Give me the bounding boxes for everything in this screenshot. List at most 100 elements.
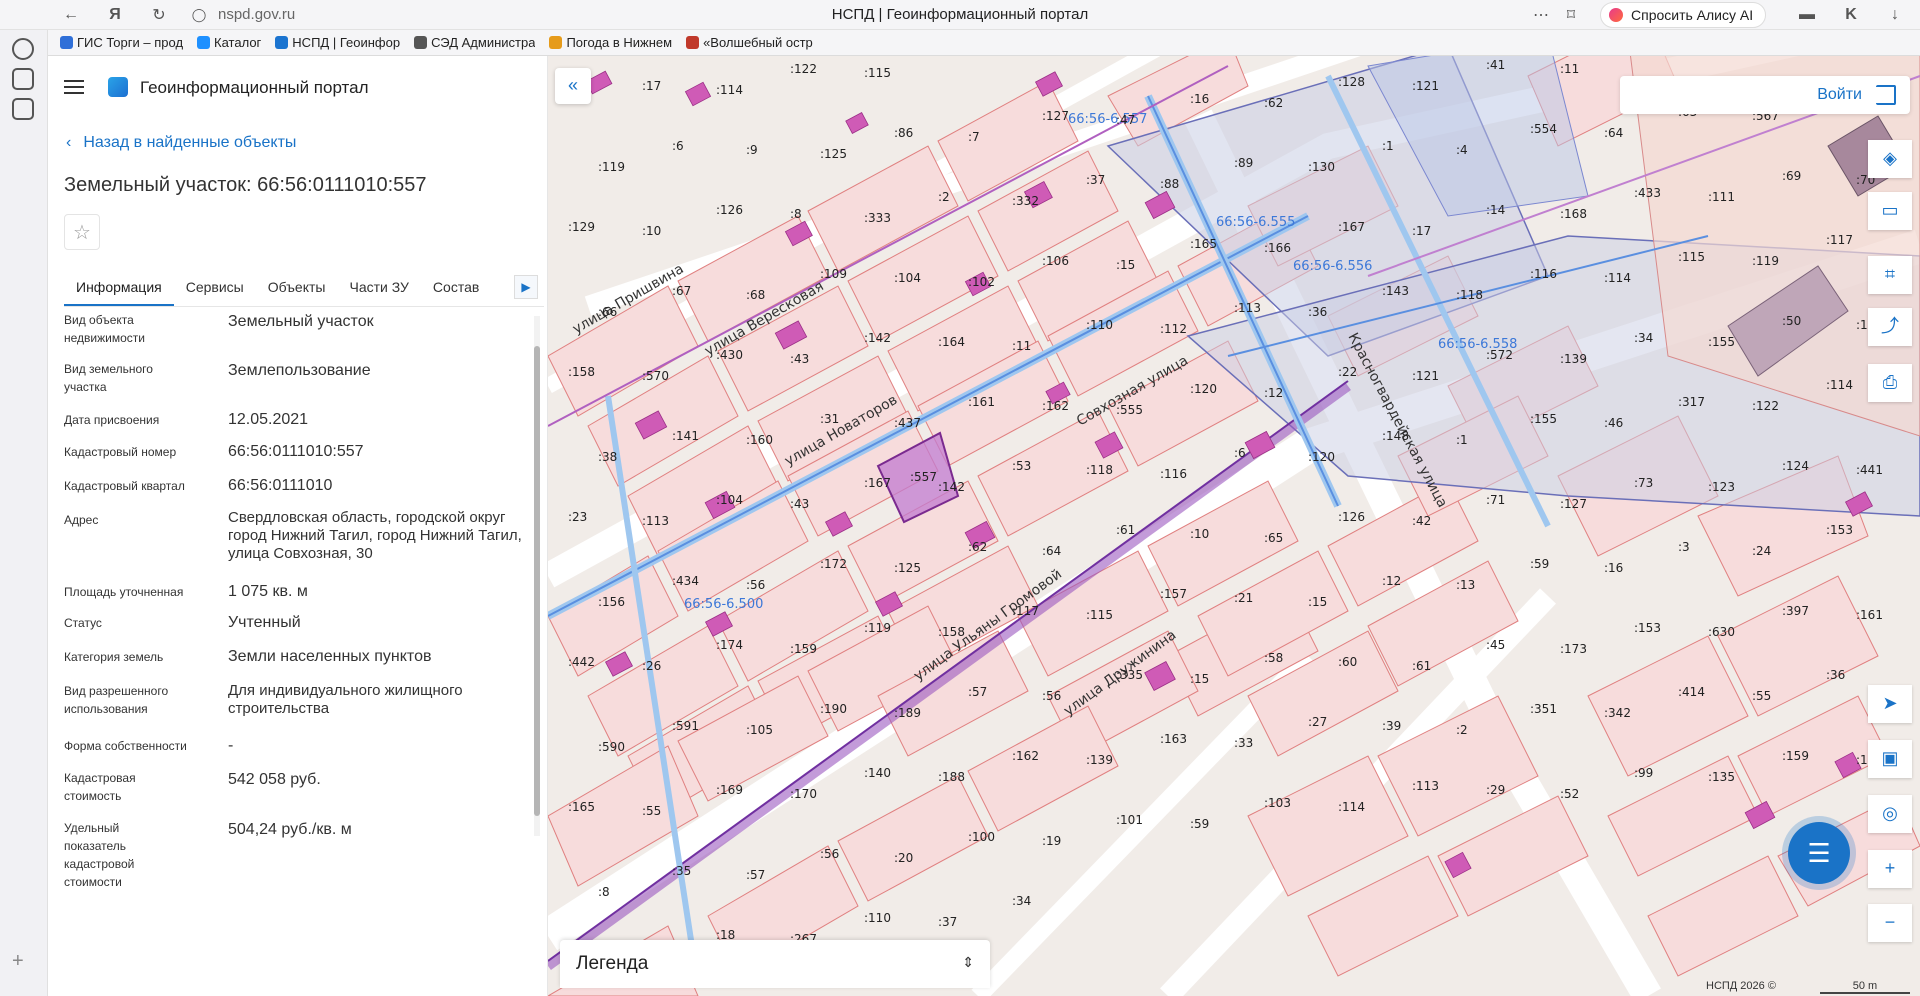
parcel-number: :115: [1678, 250, 1705, 264]
parcel-number: :335: [1116, 668, 1143, 682]
parcel-number: :100: [968, 830, 995, 844]
tab-composition[interactable]: Состав: [421, 269, 491, 306]
parcel-number: :109: [820, 267, 847, 281]
parcel-number: :53: [1012, 459, 1031, 473]
screenshot-icon[interactable]: [12, 98, 34, 120]
parcel-number: :26: [642, 659, 661, 673]
legend-panel[interactable]: Легенда ⇕: [560, 940, 990, 988]
scrollbar-thumb[interactable]: [534, 346, 540, 816]
minimap-icon[interactable]: ▣: [1868, 740, 1912, 778]
parcel-number: :59: [1530, 557, 1549, 571]
property-value: Учтенный: [228, 614, 301, 631]
parcel-number: :161: [1856, 608, 1883, 622]
login-arrow-icon[interactable]: [1876, 85, 1896, 105]
parcel-number: :111: [1708, 190, 1735, 204]
property-label: Вид разрешенного использования: [64, 684, 169, 716]
parcel-number: :60: [1338, 655, 1357, 669]
tabs-scroll-right-icon[interactable]: ▶: [514, 275, 538, 299]
back-arrow-icon[interactable]: ←: [60, 4, 82, 26]
tab-land-parts[interactable]: Части ЗУ: [337, 269, 420, 306]
chat-icon[interactable]: ☰: [1788, 822, 1850, 884]
back-to-results-link[interactable]: ‹ Назад в найденные объекты: [66, 134, 296, 152]
parcel-number: :155: [1708, 335, 1735, 349]
add-icon[interactable]: +: [12, 950, 34, 972]
layers-icon[interactable]: ◈: [1868, 140, 1912, 178]
parcel-number: :158: [568, 365, 595, 379]
bookmark-item[interactable]: ГИС Торги – прод: [60, 35, 183, 50]
zoom-in-icon[interactable]: +: [1868, 850, 1912, 888]
bookmark-icon[interactable]: ⌑: [1560, 4, 1582, 26]
counter-icon[interactable]: [12, 68, 34, 90]
parcel-number: :160: [746, 433, 773, 447]
ruler-icon[interactable]: ▭: [1868, 192, 1912, 230]
parcel-number: :38: [598, 450, 617, 464]
map-canvas[interactable]: :557 улица Пришвина улица Вересковая ули…: [548, 56, 1920, 996]
geolocation-icon[interactable]: ◎: [1868, 795, 1912, 833]
parcel-number: :433: [1634, 186, 1661, 200]
login-button[interactable]: Войти: [1817, 86, 1862, 104]
bookmark-item[interactable]: «Волшебный остр: [686, 35, 813, 50]
bookmark-item[interactable]: Каталог: [197, 35, 261, 50]
window-icon[interactable]: ▬: [1796, 4, 1818, 26]
print-icon[interactable]: ⎙: [1868, 364, 1912, 402]
parcel-number: :139: [1086, 753, 1113, 767]
parcel-number: :572: [1486, 348, 1513, 362]
property-label: Категория земель: [64, 650, 164, 664]
parcel-number: :11: [1560, 62, 1579, 76]
zone-label: 66:56-6.556: [1293, 259, 1372, 274]
tab-objects[interactable]: Объекты: [256, 269, 338, 306]
properties-list: Вид объекта недвижимости Земельный участ…: [48, 309, 538, 996]
cadastral-map[interactable]: :557 улица Пришвина улица Вересковая ули…: [548, 56, 1920, 996]
property-value: Земельный участок: [228, 313, 374, 330]
share-icon[interactable]: ⤴: [1868, 308, 1912, 346]
reload-icon[interactable]: ↻: [148, 4, 170, 26]
tab-info[interactable]: Информация: [64, 269, 174, 306]
parcel-number: :130: [1308, 160, 1335, 174]
play-icon[interactable]: [12, 38, 34, 60]
extension-icon[interactable]: K: [1840, 4, 1862, 26]
bookmark-favicon-icon: [197, 36, 211, 49]
parcel-number: :351: [1530, 702, 1557, 716]
parcel-number: :119: [864, 621, 891, 635]
parcel-number: :56: [820, 847, 839, 861]
tab-services[interactable]: Сервисы: [174, 269, 256, 306]
parcel-number: :153: [1634, 621, 1661, 635]
zoom-out-icon[interactable]: −: [1868, 904, 1912, 942]
property-label: Вид земельного участка: [64, 362, 153, 394]
parcel-number: :148: [1382, 429, 1409, 443]
parcel-number: :430: [716, 348, 743, 362]
parcel-number: :162: [1012, 749, 1039, 763]
address-bar[interactable]: nspd.gov.ru: [218, 6, 295, 23]
bookmark-favicon-icon: [275, 36, 289, 49]
favorite-star-icon[interactable]: ☆: [64, 214, 100, 250]
parcel-number: :333: [864, 211, 891, 225]
bookmark-item[interactable]: Погода в Нижнем: [549, 35, 672, 50]
parcel-number: :35: [672, 864, 691, 878]
parcel-number: :127: [1042, 109, 1069, 123]
parcel-number: :36: [1308, 305, 1327, 319]
parcel-number: :6: [1234, 446, 1246, 460]
parcel-number: :121: [1412, 79, 1439, 93]
property-label: Кадастровый номер: [64, 445, 177, 459]
yandex-icon[interactable]: Я: [104, 4, 126, 26]
collapse-panel-icon[interactable]: «: [555, 68, 591, 104]
menu-icon[interactable]: [64, 80, 84, 94]
parcel-number: :12: [1264, 386, 1283, 400]
download-icon[interactable]: ↓: [1884, 4, 1906, 26]
bookmark-item[interactable]: НСПД | Геоинфор: [275, 35, 400, 50]
parcel-number: :161: [968, 395, 995, 409]
parcel-number: :166: [1264, 241, 1291, 255]
select-area-icon[interactable]: ⌗: [1868, 256, 1912, 294]
parcel-number: :126: [716, 203, 743, 217]
more-icon[interactable]: ⋯: [1530, 4, 1552, 26]
locate-icon[interactable]: ➤: [1868, 685, 1912, 723]
parcel-number: :103: [1264, 796, 1291, 810]
parcel-number: :135: [1708, 770, 1735, 784]
ask-alice-button[interactable]: Спросить Алису AI: [1600, 2, 1767, 28]
parcel-number: :16: [1604, 561, 1623, 575]
parcel-number: :174: [716, 638, 743, 652]
shield-icon[interactable]: ◯: [188, 4, 210, 26]
chevron-updown-icon[interactable]: ⇕: [962, 954, 974, 971]
bookmark-item[interactable]: СЭД Администра: [414, 35, 535, 50]
properties-scrollbar[interactable]: [534, 316, 540, 836]
